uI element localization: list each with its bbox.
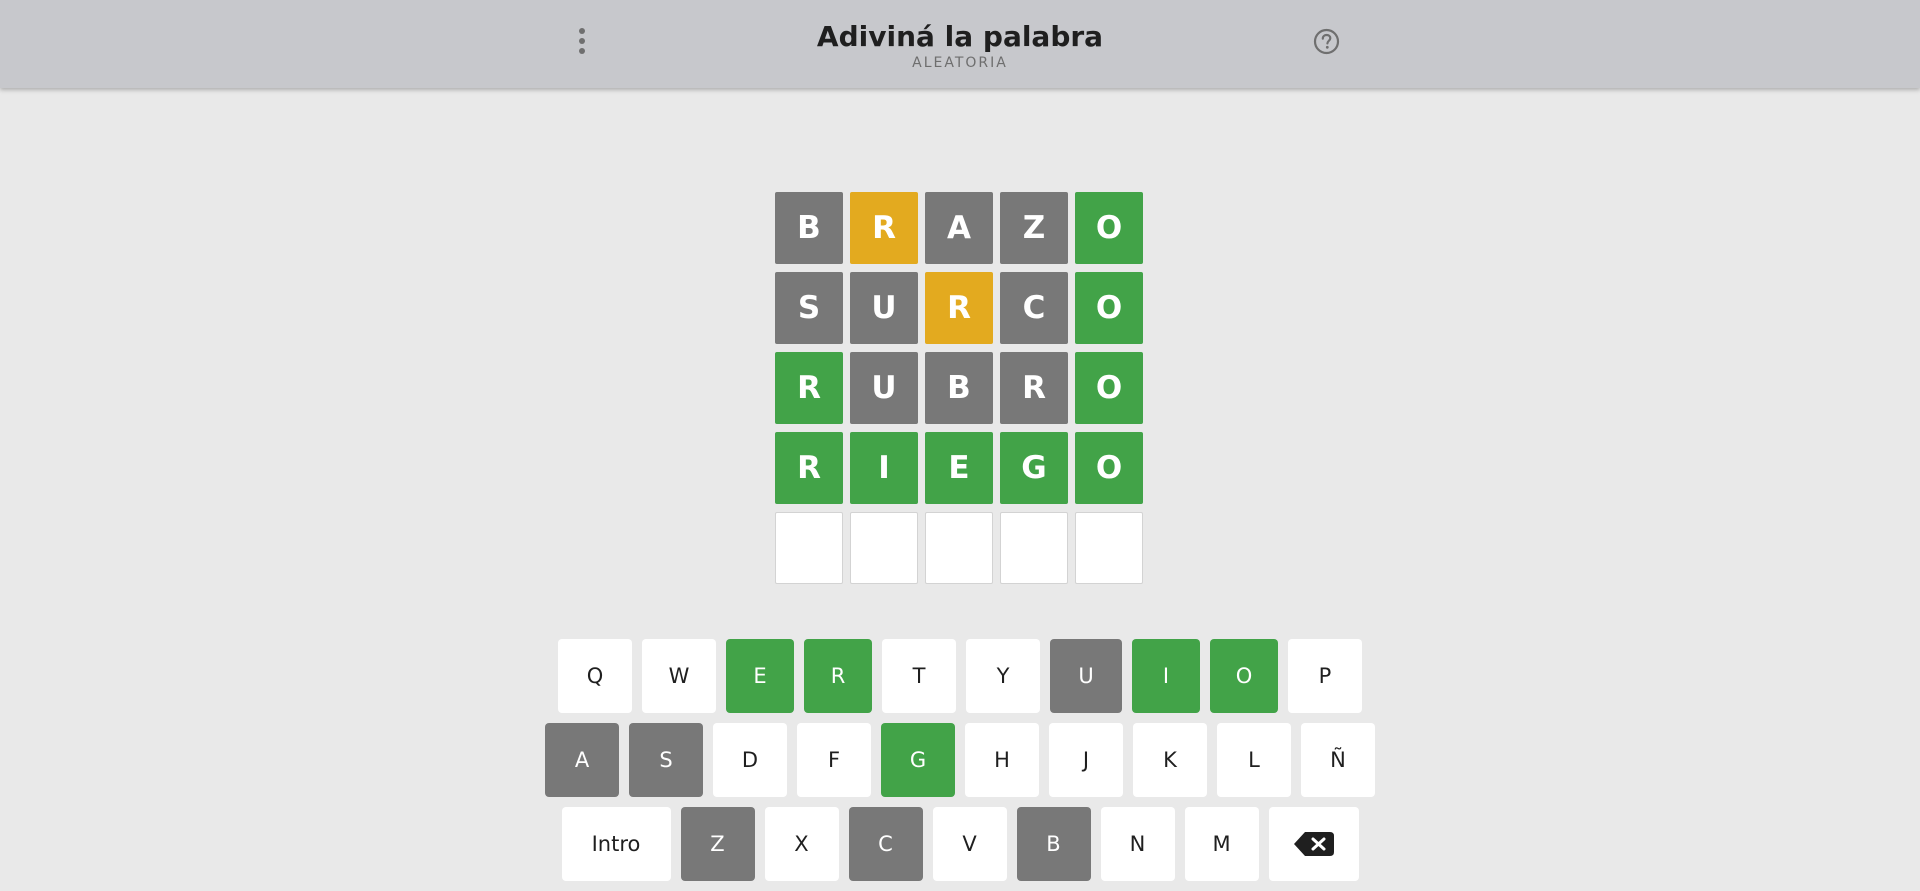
letter-key[interactable]: R xyxy=(804,639,872,713)
help-button[interactable] xyxy=(1313,28,1340,55)
letter-tile: O xyxy=(1075,432,1143,504)
letter-tile: I xyxy=(850,432,918,504)
keyboard-row: ASDFGHJKLÑ xyxy=(0,723,1920,797)
letter-tile: G xyxy=(1000,432,1068,504)
board-row xyxy=(775,512,1143,584)
letter-tile xyxy=(775,512,843,584)
letter-key[interactable]: H xyxy=(965,723,1039,797)
letter-tile: R xyxy=(1000,352,1068,424)
letter-tile: R xyxy=(775,432,843,504)
game-board: BRAZOSURCORUBRORIEGO xyxy=(775,192,1143,592)
question-circle-icon xyxy=(1313,28,1340,55)
letter-tile: O xyxy=(1075,192,1143,264)
board-row: SURCO xyxy=(775,272,1143,344)
page-title: Adiviná la palabra xyxy=(816,20,1104,53)
letter-key[interactable]: G xyxy=(881,723,955,797)
letter-key[interactable]: Ñ xyxy=(1301,723,1375,797)
letter-tile: B xyxy=(775,192,843,264)
letter-tile: R xyxy=(850,192,918,264)
board-row: RUBRO xyxy=(775,352,1143,424)
letter-tile: U xyxy=(850,272,918,344)
letter-tile xyxy=(1000,512,1068,584)
letter-key[interactable]: W xyxy=(642,639,716,713)
letter-key[interactable]: D xyxy=(713,723,787,797)
letter-key[interactable]: P xyxy=(1288,639,1362,713)
board-row: RIEGO xyxy=(775,432,1143,504)
letter-key[interactable]: N xyxy=(1100,807,1175,881)
letter-key[interactable]: I xyxy=(1132,639,1200,713)
letter-tile: R xyxy=(925,272,993,344)
letter-key[interactable]: L xyxy=(1217,723,1291,797)
letter-tile: E xyxy=(925,432,993,504)
letter-key[interactable]: T xyxy=(882,639,956,713)
letter-tile: Z xyxy=(1000,192,1068,264)
top-bar: Adiviná la palabra ALEATORIA xyxy=(0,0,1920,88)
letter-key[interactable]: Z xyxy=(680,807,755,881)
letter-key[interactable]: O xyxy=(1210,639,1278,713)
letter-tile xyxy=(925,512,993,584)
title-block: Adiviná la palabra ALEATORIA xyxy=(0,0,1920,72)
letter-key[interactable]: S xyxy=(629,723,703,797)
backspace-icon xyxy=(1293,832,1334,856)
letter-tile xyxy=(850,512,918,584)
game-mode-label: ALEATORIA xyxy=(912,55,1008,71)
letter-key[interactable]: X xyxy=(764,807,839,881)
backspace-key[interactable] xyxy=(1268,807,1359,881)
enter-key[interactable]: Intro xyxy=(561,807,671,881)
keyboard-row: Intro Z X C V B N M xyxy=(0,807,1920,881)
on-screen-keyboard: Q W E R T Y U I O P A S D F G H J K L Ñ Intro Z X C V B N M xyxy=(0,639,1920,891)
letter-key[interactable]: J xyxy=(1049,723,1123,797)
letter-key[interactable]: U xyxy=(1050,639,1122,713)
letter-key[interactable]: V xyxy=(932,807,1007,881)
letter-tile: S xyxy=(775,272,843,344)
keyboard-row: QWERTYUIOP xyxy=(0,639,1920,713)
letter-tile: U xyxy=(850,352,918,424)
letter-key[interactable]: A xyxy=(545,723,619,797)
letter-tile xyxy=(1075,512,1143,584)
letter-key[interactable]: Y xyxy=(966,639,1040,713)
letter-key[interactable]: F xyxy=(797,723,871,797)
letter-key[interactable]: M xyxy=(1184,807,1259,881)
letter-tile: B xyxy=(925,352,993,424)
letter-key[interactable]: E xyxy=(726,639,794,713)
letter-key[interactable]: K xyxy=(1133,723,1207,797)
letter-key[interactable]: C xyxy=(848,807,923,881)
letter-tile: A xyxy=(925,192,993,264)
board-row: BRAZO xyxy=(775,192,1143,264)
letter-key[interactable]: B xyxy=(1016,807,1091,881)
letter-tile: O xyxy=(1075,352,1143,424)
letter-tile: O xyxy=(1075,272,1143,344)
letter-key[interactable]: Q xyxy=(558,639,632,713)
letter-tile: R xyxy=(775,352,843,424)
letter-tile: C xyxy=(1000,272,1068,344)
